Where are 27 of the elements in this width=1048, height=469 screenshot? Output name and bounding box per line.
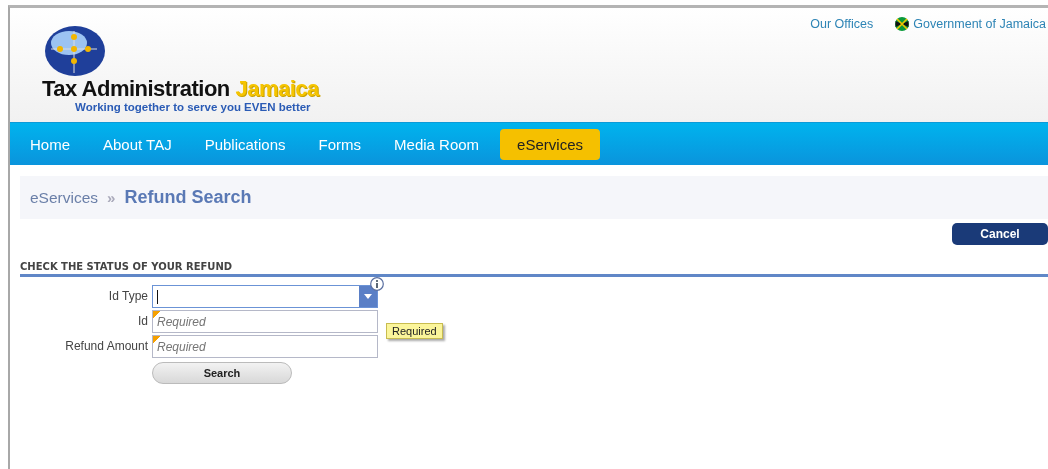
- breadcrumb-link[interactable]: eServices: [30, 188, 99, 207]
- flag-icon: [895, 17, 910, 31]
- input-field[interactable]: Required: [152, 335, 378, 358]
- header-link[interactable]: Government of Jamaica: [913, 17, 1046, 31]
- search-button[interactable]: Search: [152, 362, 292, 384]
- input-field[interactable]: Required: [152, 310, 378, 333]
- page-title: Refund Search: [124, 187, 252, 208]
- nav-tab[interactable]: Publications: [192, 129, 298, 159]
- nav-tab[interactable]: About TAJ: [91, 129, 184, 159]
- nav-tab[interactable]: Forms: [306, 129, 374, 159]
- nav-tab[interactable]: Home: [18, 129, 82, 159]
- breadcrumb-separator: »: [107, 189, 116, 206]
- nav-tab[interactable]: eServices: [500, 128, 600, 160]
- cancel-button[interactable]: Cancel: [952, 223, 1048, 245]
- logo-wordmark: Tax Administration Jamaica: [42, 77, 319, 101]
- field-label: Id: [138, 313, 148, 328]
- section-heading: CHECK THE STATUS OF YOUR REFUND: [20, 261, 1048, 277]
- dropdown-arrow-icon: [364, 294, 372, 299]
- dropdown-field[interactable]: [152, 285, 378, 308]
- field-label: Refund Amount: [65, 338, 148, 353]
- info-icon[interactable]: [370, 277, 384, 291]
- globe-logo-icon: [43, 25, 107, 77]
- field-label: Id Type: [108, 288, 148, 303]
- tooltip: Required: [386, 323, 443, 339]
- header-link[interactable]: Our Offices: [810, 17, 874, 31]
- tagline: Working together to serve you EVEN better: [75, 101, 312, 113]
- nav-tab[interactable]: Media Room: [382, 129, 492, 159]
